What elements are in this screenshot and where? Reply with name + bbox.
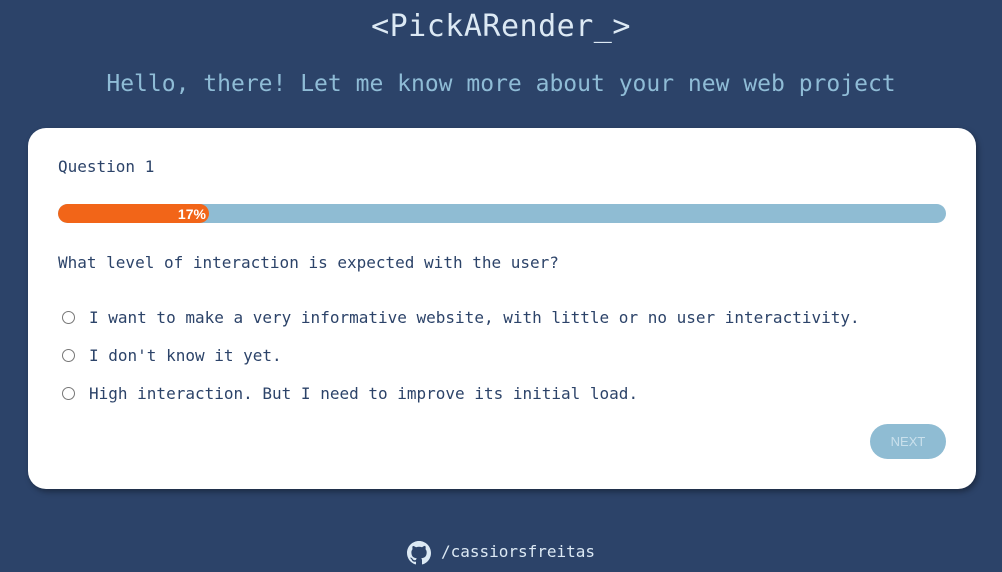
option-label: High interaction. But I need to improve … xyxy=(89,383,639,403)
question-card: Question 1 17% What level of interaction… xyxy=(28,128,976,489)
option-item[interactable]: High interaction. But I need to improve … xyxy=(62,374,860,412)
options-list: I want to make a very informative websit… xyxy=(62,298,860,412)
radio-button[interactable] xyxy=(62,348,75,362)
progress-fill: 17% xyxy=(58,204,209,223)
option-label: I want to make a very informative websit… xyxy=(89,307,860,327)
github-handle-link[interactable]: /cassiorsfreitas xyxy=(441,542,595,561)
progress-label: 17% xyxy=(177,205,206,222)
radio-button[interactable] xyxy=(62,386,75,400)
app-logo: <PickARender_> xyxy=(371,9,631,44)
option-item[interactable]: I want to make a very informative websit… xyxy=(62,298,860,336)
question-text: What level of interaction is expected wi… xyxy=(58,253,559,272)
question-number: Question 1 xyxy=(58,157,155,176)
radio-button[interactable] xyxy=(62,310,75,324)
github-icon[interactable] xyxy=(406,541,431,565)
progress-bar: 17% xyxy=(58,204,946,223)
page-subtitle: Hello, there! Let me know more about you… xyxy=(106,71,896,97)
footer: /cassiorsfreitas xyxy=(0,537,1002,565)
next-button[interactable]: NEXT xyxy=(870,424,946,459)
option-item[interactable]: I don't know it yet. xyxy=(62,336,860,374)
option-label: I don't know it yet. xyxy=(89,345,282,365)
